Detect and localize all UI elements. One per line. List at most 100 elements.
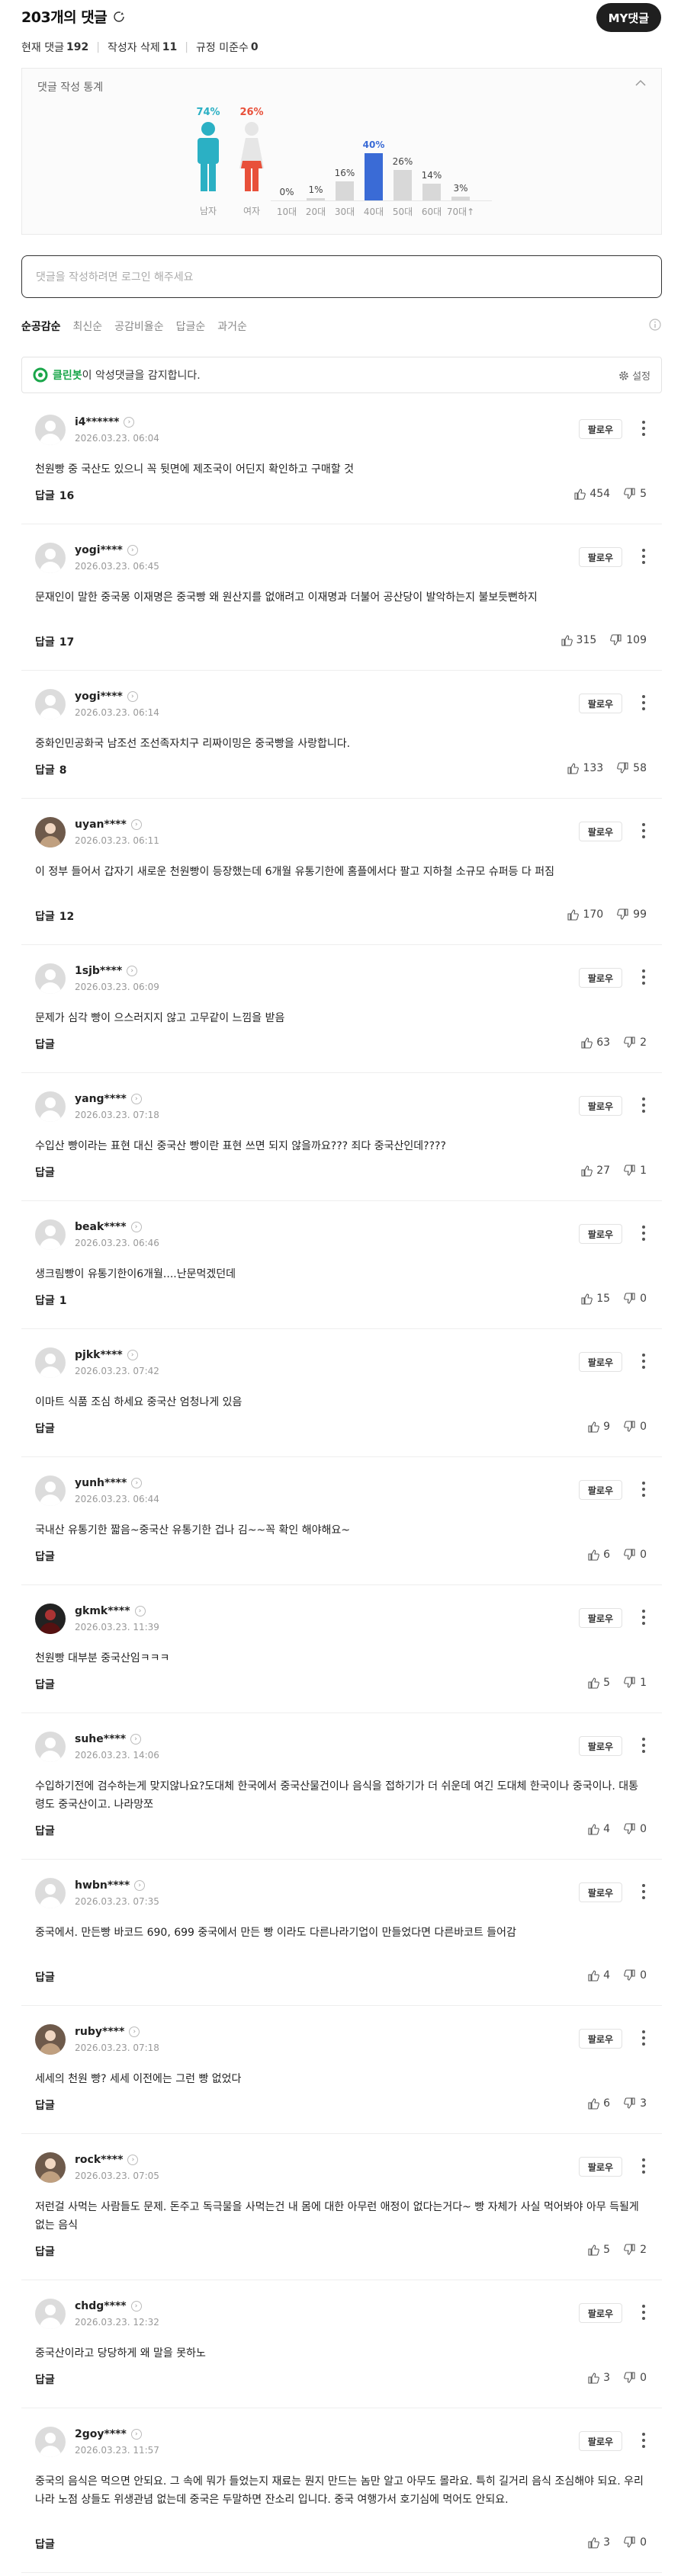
- dislike-button[interactable]: 0: [624, 1823, 647, 1835]
- reply-button[interactable]: 답글: [35, 2372, 59, 2387]
- follow-button[interactable]: 팔로우: [578, 1882, 622, 1902]
- more-options-icon[interactable]: [642, 695, 645, 710]
- tab-ratio[interactable]: 공감비율순: [114, 319, 163, 334]
- comment-author[interactable]: ruby**** ›: [75, 2026, 140, 2038]
- more-options-icon[interactable]: [642, 1226, 645, 1241]
- avatar[interactable]: [35, 817, 66, 847]
- reply-button[interactable]: 답글: [35, 1549, 59, 1564]
- avatar[interactable]: [35, 2024, 66, 2055]
- comment-input[interactable]: 댓글을 작성하려면 로그인 해주세요: [21, 255, 662, 298]
- like-button[interactable]: 6: [587, 2097, 610, 2110]
- tab-oldest[interactable]: 과거순: [217, 319, 247, 334]
- follow-button[interactable]: 팔로우: [578, 2303, 622, 2323]
- like-button[interactable]: 5: [587, 1677, 610, 1689]
- more-options-icon[interactable]: [642, 1738, 645, 1753]
- more-options-icon[interactable]: [642, 2158, 645, 2174]
- comment-author[interactable]: beak**** ›: [75, 1221, 142, 1233]
- like-button[interactable]: 4: [587, 1969, 610, 1982]
- comment-author[interactable]: gkmk**** ›: [75, 1605, 146, 1617]
- comment-author[interactable]: yang**** ›: [75, 1093, 142, 1105]
- avatar[interactable]: [35, 1219, 66, 1250]
- dislike-button[interactable]: 0: [624, 1969, 647, 1982]
- comment-author[interactable]: yogi**** ›: [75, 544, 138, 556]
- follow-button[interactable]: 팔로우: [578, 1096, 622, 1116]
- reply-button[interactable]: 답글: [35, 1677, 59, 1692]
- chevron-right-icon[interactable]: ›: [130, 2301, 142, 2312]
- comment-author[interactable]: hwbn**** ›: [75, 1879, 146, 1892]
- info-icon[interactable]: [649, 319, 661, 331]
- follow-button[interactable]: 팔로우: [578, 1736, 622, 1756]
- chevron-right-icon[interactable]: ›: [130, 1094, 142, 1104]
- chevron-right-icon[interactable]: ›: [130, 819, 142, 830]
- more-options-icon[interactable]: [642, 549, 645, 564]
- follow-button[interactable]: 팔로우: [578, 694, 622, 713]
- like-button[interactable]: 15: [580, 1293, 610, 1305]
- comment-author[interactable]: 1sjb**** ›: [75, 965, 138, 977]
- avatar[interactable]: [35, 1091, 66, 1122]
- dislike-button[interactable]: 99: [617, 908, 647, 921]
- follow-button[interactable]: 팔로우: [578, 968, 622, 988]
- avatar[interactable]: [35, 1604, 66, 1634]
- dislike-button[interactable]: 2: [624, 2244, 647, 2256]
- reply-button[interactable]: 답글: [35, 1823, 59, 1838]
- follow-button[interactable]: 팔로우: [578, 2431, 622, 2451]
- chevron-right-icon[interactable]: ›: [130, 1222, 142, 1232]
- tab-latest[interactable]: 최신순: [73, 319, 103, 334]
- comment-author[interactable]: yunh**** ›: [75, 1477, 143, 1489]
- chevron-right-icon[interactable]: ›: [130, 2429, 142, 2440]
- avatar[interactable]: [35, 1475, 66, 1506]
- reply-button[interactable]: 답글 17: [35, 634, 74, 649]
- dislike-button[interactable]: 0: [624, 2536, 647, 2549]
- reply-button[interactable]: 답글 8: [35, 762, 67, 777]
- chevron-right-icon[interactable]: ›: [134, 1880, 146, 1891]
- more-options-icon[interactable]: [642, 1482, 645, 1497]
- like-button[interactable]: 4: [587, 1823, 610, 1835]
- more-options-icon[interactable]: [642, 1354, 645, 1369]
- chevron-right-icon[interactable]: ›: [131, 1478, 143, 1488]
- dislike-button[interactable]: 0: [624, 1293, 647, 1305]
- reply-button[interactable]: 답글 12: [35, 908, 74, 924]
- follow-button[interactable]: 팔로우: [578, 2157, 622, 2177]
- avatar[interactable]: [35, 1878, 66, 1908]
- chevron-right-icon[interactable]: ›: [127, 1350, 138, 1360]
- like-button[interactable]: 133: [567, 762, 603, 774]
- more-options-icon[interactable]: [642, 1097, 645, 1113]
- avatar[interactable]: [35, 415, 66, 445]
- like-button[interactable]: 6: [587, 1549, 610, 1561]
- avatar[interactable]: [35, 2427, 66, 2457]
- comment-author[interactable]: i4****** ›: [75, 416, 135, 428]
- reply-button[interactable]: 답글: [35, 2536, 59, 2552]
- my-comment-button[interactable]: MY댓글: [596, 3, 661, 32]
- more-options-icon[interactable]: [642, 823, 645, 838]
- dislike-button[interactable]: 109: [610, 634, 647, 646]
- avatar[interactable]: [35, 689, 66, 719]
- more-options-icon[interactable]: [642, 1610, 645, 1625]
- follow-button[interactable]: 팔로우: [578, 2029, 622, 2049]
- dislike-button[interactable]: 2: [624, 1036, 647, 1049]
- more-options-icon[interactable]: [642, 1884, 645, 1899]
- dislike-button[interactable]: 1: [624, 1677, 647, 1689]
- comment-author[interactable]: uyan**** ›: [75, 819, 142, 831]
- chevron-right-icon[interactable]: ›: [127, 545, 138, 556]
- like-button[interactable]: 27: [580, 1165, 610, 1177]
- tab-popular[interactable]: 순공감순: [21, 319, 61, 334]
- avatar[interactable]: [35, 2152, 66, 2183]
- like-button[interactable]: 5: [587, 2244, 610, 2256]
- more-options-icon[interactable]: [642, 2433, 645, 2448]
- follow-button[interactable]: 팔로우: [578, 547, 622, 567]
- chevron-right-icon[interactable]: ›: [127, 966, 138, 976]
- follow-button[interactable]: 팔로우: [578, 1352, 622, 1372]
- comment-author[interactable]: pjkk**** ›: [75, 1349, 138, 1361]
- dislike-button[interactable]: 3: [624, 2097, 647, 2110]
- more-options-icon[interactable]: [642, 2305, 645, 2320]
- follow-button[interactable]: 팔로우: [578, 1224, 622, 1244]
- like-button[interactable]: 9: [587, 1421, 610, 1433]
- avatar[interactable]: [35, 1732, 66, 1762]
- follow-button[interactable]: 팔로우: [578, 1480, 622, 1500]
- chevron-up-icon[interactable]: [635, 79, 646, 87]
- like-button[interactable]: 3: [587, 2372, 610, 2384]
- reply-button[interactable]: 답글: [35, 1036, 59, 1052]
- reply-button[interactable]: 답글: [35, 2097, 59, 2113]
- reply-button[interactable]: 답글 16: [35, 488, 74, 503]
- comment-author[interactable]: yogi**** ›: [75, 690, 138, 703]
